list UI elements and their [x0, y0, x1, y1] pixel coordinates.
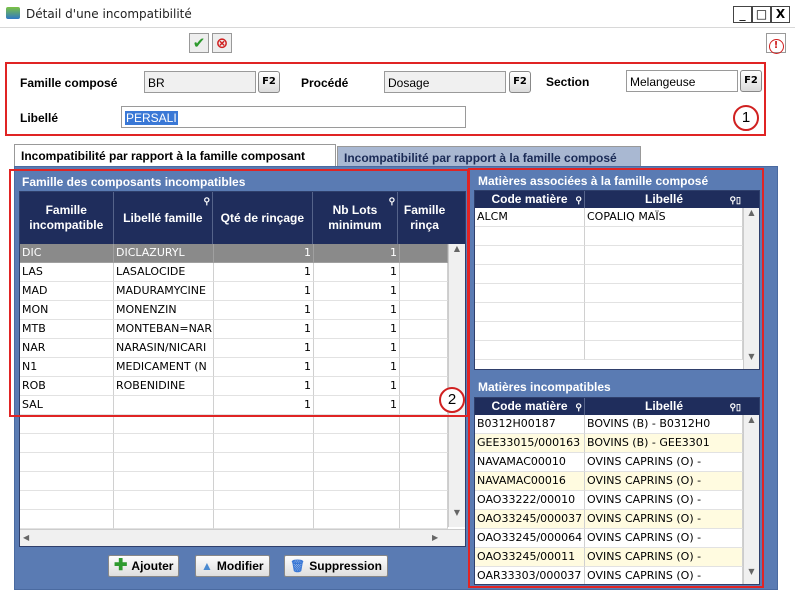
delete-button-label: Suppression: [309, 559, 382, 573]
table-cell: [20, 491, 114, 510]
window-title: Détail d'une incompatibilité: [26, 7, 192, 21]
table-cell: [314, 453, 400, 472]
table-cell: [20, 510, 114, 529]
table-cell: [400, 415, 448, 434]
table-cell: [20, 434, 114, 453]
table-cell: [114, 491, 214, 510]
libelle-value: PERSALI: [125, 111, 178, 125]
table-cell: [314, 491, 400, 510]
table-cell: [214, 510, 314, 529]
famille-f2-button[interactable]: F2: [258, 71, 280, 93]
table-cell: [20, 415, 114, 434]
validate-button[interactable]: ✔: [189, 33, 209, 53]
table-cell: [114, 510, 214, 529]
right-highlight-box: [468, 168, 764, 588]
table-cell: [314, 415, 400, 434]
table-row[interactable]: [20, 453, 448, 472]
table-cell: [214, 472, 314, 491]
trash-icon: 🗑: [290, 559, 306, 573]
triangle-icon: ▲: [201, 559, 213, 573]
table-row[interactable]: [20, 434, 448, 453]
close-button[interactable]: X: [771, 6, 790, 23]
edit-button[interactable]: ▲ Modifier: [195, 555, 270, 577]
section-label: Section: [546, 75, 590, 89]
table-cell: [214, 434, 314, 453]
table-row[interactable]: [20, 491, 448, 510]
table-cell: [314, 510, 400, 529]
section-field[interactable]: Melangeuse: [626, 70, 738, 92]
table-cell: [214, 453, 314, 472]
table-cell: [314, 472, 400, 491]
table-row[interactable]: [20, 415, 448, 434]
famille-compose-label: Famille composé: [20, 76, 118, 90]
info-icon: !: [768, 39, 784, 54]
plus-icon: ✚: [114, 557, 128, 574]
scroll-down-icon[interactable]: ▼: [449, 508, 465, 517]
table-row[interactable]: [20, 510, 448, 529]
table-cell: [114, 434, 214, 453]
tab-famille-compose[interactable]: Incompatibilité par rapport à la famille…: [337, 146, 641, 168]
table-cell: [114, 453, 214, 472]
badge-2: 2: [439, 387, 465, 413]
minimize-button[interactable]: _: [733, 6, 752, 23]
table-cell: [20, 453, 114, 472]
table-cell: [20, 472, 114, 491]
delete-button[interactable]: 🗑 Suppression: [284, 555, 388, 577]
left-horizontal-scrollbar[interactable]: ◀ ▶: [20, 529, 465, 546]
table-cell: [114, 415, 214, 434]
edit-button-label: Modifier: [216, 559, 264, 573]
table-cell: [400, 491, 448, 510]
famille-compose-field[interactable]: BR: [144, 71, 256, 93]
table-cell: [400, 453, 448, 472]
section-f2-button[interactable]: F2: [740, 70, 762, 92]
procede-field[interactable]: Dosage: [384, 71, 506, 93]
scroll-left-icon[interactable]: ◀: [23, 533, 29, 542]
add-button[interactable]: ✚ Ajouter: [108, 555, 180, 577]
info-button[interactable]: !: [766, 33, 786, 54]
scroll-right-icon[interactable]: ▶: [432, 533, 438, 542]
title-bar: Détail d'une incompatibilité _ □ X: [0, 0, 795, 28]
table-cell: [400, 434, 448, 453]
table-cell: [214, 491, 314, 510]
procede-label: Procédé: [301, 76, 349, 90]
libelle-field[interactable]: PERSALI: [121, 106, 466, 128]
table-cell: [114, 472, 214, 491]
procede-f2-button[interactable]: F2: [509, 71, 531, 93]
check-icon: ✔: [192, 34, 206, 52]
table-cell: [214, 415, 314, 434]
table-cell: [400, 472, 448, 491]
app-icon: [6, 7, 20, 19]
libelle-label: Libellé: [20, 111, 59, 125]
add-button-label: Ajouter: [131, 559, 174, 573]
table-cell: [314, 434, 400, 453]
table-cell: [400, 510, 448, 529]
cancel-button[interactable]: ⊗: [212, 33, 232, 53]
badge-1: 1: [733, 105, 759, 131]
maximize-button[interactable]: □: [752, 6, 771, 23]
cancel-icon: ⊗: [215, 34, 229, 52]
table-row[interactable]: [20, 472, 448, 491]
tab-famille-composant[interactable]: Incompatibilité par rapport à la famille…: [14, 144, 336, 168]
left-highlight-box: [9, 169, 469, 417]
